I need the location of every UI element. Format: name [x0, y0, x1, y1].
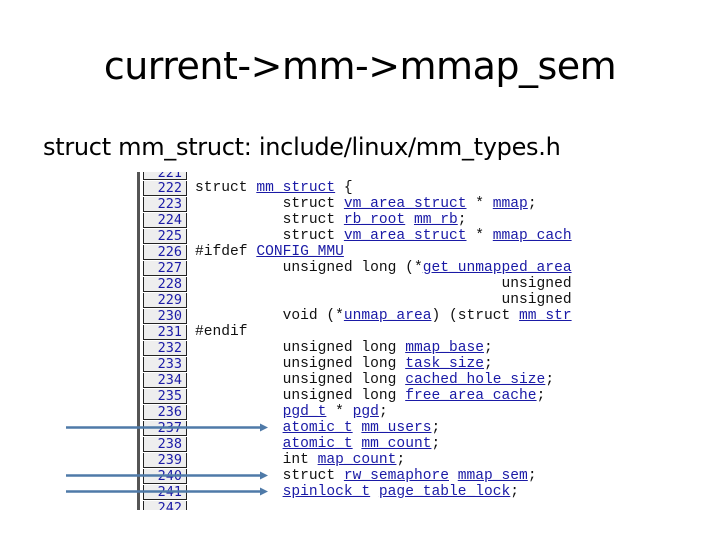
identifier-link[interactable]: atomic_t	[283, 420, 353, 436]
identifier-link[interactable]: pgd_t	[283, 404, 327, 420]
line-number-link[interactable]: 229	[143, 292, 187, 308]
code-line: 223 struct vm_area_struct * mmap;	[143, 196, 572, 212]
identifier-link[interactable]: atomic_t	[283, 436, 353, 452]
code-line: 239 int map_count;	[143, 452, 572, 468]
code-line: 240 struct rw_semaphore mmap_sem;	[143, 468, 572, 484]
line-number-link[interactable]: 228	[143, 276, 187, 292]
identifier-link[interactable]: map_count	[318, 452, 397, 468]
code-text: struct mm_struct {	[195, 180, 353, 196]
line-number-link[interactable]: 233	[143, 356, 187, 372]
code-text: unsigned long mmap_base;	[195, 340, 493, 356]
slide-title: current->mm->mmap_sem	[103, 44, 617, 88]
identifier-link[interactable]: rb_root	[344, 212, 405, 228]
line-number-link[interactable]: 224	[143, 212, 187, 228]
identifier-link[interactable]: cached_hole_size	[405, 372, 545, 388]
identifier-link[interactable]: task_size	[405, 356, 484, 372]
line-number-link[interactable]: 240	[143, 468, 187, 484]
line-number-link[interactable]: 225	[143, 228, 187, 244]
code-text: unsigned long (*get_unmapped_area	[195, 260, 572, 276]
code-text: struct rw_semaphore mmap_sem;	[195, 468, 537, 484]
code-text: unsigned	[195, 276, 572, 292]
code-rows: 221 222 struct mm_struct {223 struct vm_ar…	[143, 172, 572, 510]
code-line: 238 atomic_t mm_count;	[143, 436, 572, 452]
identifier-link[interactable]: mm_struct	[256, 180, 335, 196]
line-number-link[interactable]: 236	[143, 404, 187, 420]
code-line: 241 spinlock_t page_table_lock;	[143, 484, 572, 500]
code-line: 222 struct mm_struct {	[143, 180, 572, 196]
line-number-link[interactable]: 231	[143, 324, 187, 340]
line-number-link[interactable]: 222	[143, 180, 187, 196]
identifier-link[interactable]: free_area_cache	[405, 388, 536, 404]
code-line: 233 unsigned long task_size;	[143, 356, 572, 372]
identifier-link[interactable]: mmap_cach	[493, 228, 572, 244]
code-text: struct vm_area_struct * mmap_cach	[195, 228, 572, 244]
code-text: unsigned	[195, 292, 572, 308]
line-number-link[interactable]: 239	[143, 452, 187, 468]
code-listing: 221 222 struct mm_struct {223 struct vm_ar…	[137, 172, 580, 510]
code-line: 226 #ifdef CONFIG_MMU	[143, 244, 572, 260]
line-number-link[interactable]: 221	[143, 172, 187, 180]
code-text: atomic_t mm_users;	[282, 420, 441, 436]
code-line: 227 unsigned long (*get_unmapped_area	[143, 260, 572, 276]
code-left-border	[137, 172, 140, 510]
identifier-link[interactable]: mmap	[493, 196, 528, 212]
line-number-link[interactable]: 232	[143, 340, 187, 356]
line-number-link[interactable]: 242	[143, 500, 187, 510]
code-text: int map_count;	[195, 452, 406, 468]
code-line: 221	[143, 172, 572, 180]
code-text: struct vm_area_struct * mmap;	[195, 196, 537, 212]
identifier-link[interactable]: vm_area_struct	[344, 196, 467, 212]
code-line: 228 unsigned	[143, 276, 572, 292]
identifier-link[interactable]: mm_count	[361, 436, 431, 452]
code-text: #ifdef CONFIG_MMU	[195, 244, 344, 260]
identifier-link[interactable]: spinlock_t	[283, 484, 371, 500]
code-text: unsigned long task_size;	[195, 356, 493, 372]
code-line: 234 unsigned long cached_hole_size;	[143, 372, 572, 388]
slide-subtitle: struct mm_struct: include/linux/mm_types…	[43, 133, 561, 161]
code-text: unsigned long free_area_cache;	[195, 388, 546, 404]
code-text: void (*unmap_area) (struct mm_str	[195, 308, 572, 324]
code-line: 225 struct vm_area_struct * mmap_cach	[143, 228, 572, 244]
line-number-link[interactable]: 234	[143, 372, 187, 388]
code-text: struct rb_root mm_rb;	[195, 212, 467, 228]
code-line: 229 unsigned	[143, 292, 572, 308]
code-line: 242	[143, 500, 572, 510]
line-number-link[interactable]: 237	[143, 420, 187, 436]
identifier-link[interactable]: get_unmapped_area	[423, 260, 572, 276]
line-number-link[interactable]: 227	[143, 260, 187, 276]
code-line: 236 pgd_t * pgd;	[143, 404, 572, 420]
line-number-link[interactable]: 235	[143, 388, 187, 404]
line-number-link[interactable]: 238	[143, 436, 187, 452]
code-text: spinlock_t page_table_lock;	[282, 484, 520, 500]
identifier-link[interactable]: mm_rb	[414, 212, 458, 228]
identifier-link[interactable]: rw_semaphore	[344, 468, 449, 484]
code-text: unsigned long cached_hole_size;	[195, 372, 555, 388]
line-number-link[interactable]: 230	[143, 308, 187, 324]
line-number-link[interactable]: 223	[143, 196, 187, 212]
identifier-link[interactable]: mmap_base	[405, 340, 484, 356]
code-line: 231 #endif	[143, 324, 572, 340]
code-text: #endif	[195, 324, 248, 340]
code-line: 237 atomic_t mm_users;	[143, 420, 572, 436]
code-text: atomic_t mm_count;	[282, 436, 441, 452]
identifier-link[interactable]: mm_users	[361, 420, 431, 436]
code-line: 224 struct rb_root mm_rb;	[143, 212, 572, 228]
line-number-link[interactable]: 241	[143, 484, 187, 500]
code-line: 235 unsigned long free_area_cache;	[143, 388, 572, 404]
identifier-link[interactable]: pgd	[353, 404, 379, 420]
identifier-link[interactable]: page_table_lock	[379, 484, 510, 500]
line-number-link[interactable]: 226	[143, 244, 187, 260]
code-line: 232 unsigned long mmap_base;	[143, 340, 572, 356]
identifier-link[interactable]: vm_area_struct	[344, 228, 467, 244]
code-text: pgd_t * pgd;	[282, 404, 388, 420]
identifier-link[interactable]: CONFIG_MMU	[256, 244, 344, 260]
identifier-link[interactable]: unmap_area	[344, 308, 432, 324]
code-line: 230 void (*unmap_area) (struct mm_str	[143, 308, 572, 324]
identifier-link[interactable]: mm_str	[519, 308, 572, 324]
identifier-link[interactable]: mmap_sem	[458, 468, 528, 484]
